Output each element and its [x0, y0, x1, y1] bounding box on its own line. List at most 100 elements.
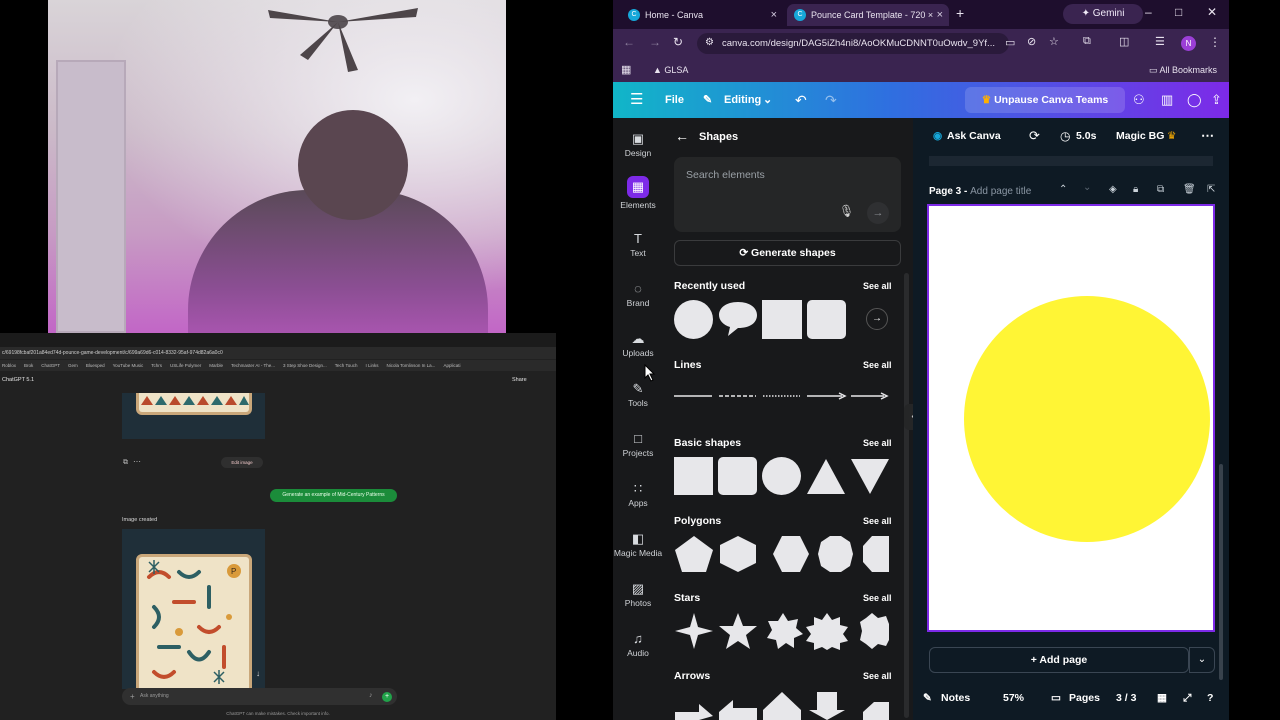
generate-shapes-button[interactable]: ⟳ Generate shapes [674, 240, 901, 266]
chat-bookmark[interactable]: Nicola Tomlinson In La... [386, 363, 435, 368]
triangle-shape[interactable] [806, 457, 846, 495]
add-page-icon[interactable]: ⇱ [1207, 184, 1215, 195]
lock-icon[interactable]: 🔒︎ [1133, 184, 1138, 195]
rail-item-uploads[interactable]: ☁ Uploads [613, 318, 663, 368]
profile-avatar[interactable]: N [1181, 36, 1196, 51]
rail-item-magic-media[interactable]: ◧ Magic Media [613, 518, 663, 568]
edit-image-button[interactable]: Edit image [221, 457, 263, 468]
all-bookmarks[interactable]: ▭ All Bookmarks [1149, 58, 1217, 82]
page-title-input[interactable]: Add page title [970, 186, 1031, 197]
speech-bubble-shape[interactable] [718, 300, 758, 339]
close-tab-icon[interactable]: × [937, 4, 943, 26]
ask-canva-button[interactable]: Ask Canva [947, 118, 1001, 154]
timing-button[interactable]: 5.0s [1076, 118, 1096, 154]
rail-item-projects[interactable]: □ Projects [613, 418, 663, 468]
page-up-icon[interactable]: ⌃ [1059, 184, 1067, 195]
maximize-icon[interactable]: □ [1175, 5, 1182, 19]
rail-item-elements[interactable]: ▦ Elements [613, 168, 663, 218]
back-arrow-icon[interactable]: ← [675, 128, 689, 144]
rail-item-photos[interactable]: ▨ Photos [613, 568, 663, 618]
chat-bookmark[interactable]: Tech Touch [335, 363, 358, 368]
send-button[interactable]: + [382, 692, 392, 702]
tab-home-canva[interactable]: C Home - Canva × [621, 4, 783, 26]
extensions-icon[interactable]: ⧉ [1083, 35, 1091, 48]
back-icon[interactable]: ← [623, 35, 635, 49]
unpause-teams-button[interactable]: ♛ Unpause Canva Teams [965, 87, 1125, 113]
insights-icon[interactable]: ▥ [1161, 82, 1173, 118]
canvas-scrollbar[interactable] [1219, 464, 1223, 680]
reload-icon[interactable]: ↻ [673, 35, 683, 49]
grid-view-icon[interactable]: ▦ [1157, 686, 1167, 710]
yellow-circle-element[interactable] [964, 296, 1210, 542]
panel-scrollbar[interactable] [904, 273, 909, 718]
basic-square-shape[interactable] [674, 457, 713, 495]
rail-item-design[interactable]: ▣ Design [613, 118, 663, 168]
tab-pounce-card[interactable]: C Pounce Card Template - 720 × × [787, 4, 949, 26]
scroll-down-icon[interactable]: ↓ [256, 669, 260, 678]
chat-bookmark[interactable]: I Links [365, 363, 378, 368]
voice-icon[interactable]: ♪ [369, 692, 373, 699]
stars-row[interactable] [674, 612, 889, 650]
see-all-polygons[interactable]: See all [863, 516, 892, 526]
minimize-icon[interactable]: – [1145, 5, 1152, 19]
bookmark-glsa[interactable]: ▲ GLSA [653, 58, 688, 82]
basic-circle-shape[interactable] [762, 457, 801, 495]
arrows-row[interactable] [674, 690, 889, 720]
chat-bookmark[interactable]: Bluesped [86, 363, 105, 368]
gemini-button[interactable]: ✦ Gemini [1063, 4, 1143, 24]
close-window-icon[interactable]: ✕ [1207, 5, 1217, 19]
see-all-stars[interactable]: See all [863, 593, 892, 603]
next-arrow-icon[interactable]: → [866, 308, 888, 330]
rail-item-brand[interactable]: ◌ Brand [613, 268, 663, 318]
bookmark-star-icon[interactable]: ☆ [1049, 35, 1059, 48]
notes-button[interactable]: Notes [941, 686, 970, 710]
chat-bookmark[interactable]: Applicati [443, 363, 460, 368]
delete-page-icon[interactable]: 🗑︎ [1183, 184, 1196, 195]
chat-composer-input[interactable]: Ask anything [122, 688, 397, 705]
see-all-arrows[interactable]: See all [863, 671, 892, 681]
chat-bookmark[interactable]: YouTube Music [113, 363, 144, 368]
zoom-level[interactable]: 57% [1003, 686, 1024, 710]
new-tab-button[interactable]: + [956, 5, 964, 21]
forward-icon[interactable]: → [649, 35, 661, 49]
undo-icon[interactable]: ↶ [795, 82, 807, 118]
see-all-basic-shapes[interactable]: See all [863, 438, 892, 448]
address-bar[interactable]: canva.com/design/DAG5iZh4ni8/AoOKMuCDNNT… [697, 33, 1009, 54]
regenerate-icon[interactable]: ⟳ [1029, 118, 1040, 154]
copy-icon[interactable]: ⧉ [123, 459, 128, 467]
help-icon[interactable]: ? [1207, 686, 1213, 710]
lines-row[interactable] [674, 392, 889, 400]
rail-item-text[interactable]: T Text [613, 218, 663, 268]
close-tab-icon[interactable]: × [771, 4, 777, 26]
cast-icon[interactable]: ▭ [1005, 36, 1015, 49]
submit-arrow-icon[interactable]: → [867, 202, 889, 224]
chevron-down-icon[interactable]: ⌄ [763, 82, 772, 118]
file-menu[interactable]: File [665, 82, 684, 118]
more-icon[interactable]: ⋯ [133, 457, 141, 466]
chat-bookmark[interactable]: Gem [68, 363, 78, 368]
circle-shape[interactable] [674, 300, 713, 339]
rail-item-apps[interactable]: ∷ Apps [613, 468, 663, 518]
chat-share-button[interactable]: Share [512, 373, 527, 387]
people-icon[interactable]: ⚇ [1133, 82, 1145, 118]
basic-rounded-square-shape[interactable] [718, 457, 757, 495]
editing-mode-dropdown[interactable]: Editing [724, 82, 761, 118]
search-elements-input[interactable]: Search elements [674, 157, 901, 232]
chat-model-selector[interactable]: ChatGPT 5.1 [0, 373, 556, 387]
duplicate-page-icon[interactable]: ⧉ [1157, 184, 1164, 195]
redo-icon[interactable]: ↷ [825, 82, 837, 118]
rail-item-audio[interactable]: ♫ Audio [613, 618, 663, 668]
more-options-icon[interactable]: ⋯ [1201, 118, 1214, 154]
chat-bookmark[interactable]: Marble [209, 363, 223, 368]
chat-bookmark[interactable]: 3 Step Shoe Design... [283, 363, 327, 368]
share-upload-icon[interactable]: ⇪ [1211, 82, 1222, 118]
split-icon[interactable]: ◫ [1119, 35, 1129, 48]
tab-search-icon[interactable]: ☰ [1155, 35, 1165, 48]
eye-off-icon[interactable]: ⊘ [1027, 35, 1036, 48]
comment-icon[interactable]: ◯ [1187, 82, 1202, 118]
magic-bg-button[interactable]: Magic BG [1116, 118, 1164, 154]
attach-plus-icon[interactable]: + [130, 692, 135, 701]
chat-bookmark[interactable]: Techmaster AI - The... [231, 363, 275, 368]
fullscreen-icon[interactable]: ⤢ [1183, 686, 1191, 710]
generated-image-card[interactable]: P [122, 529, 265, 694]
